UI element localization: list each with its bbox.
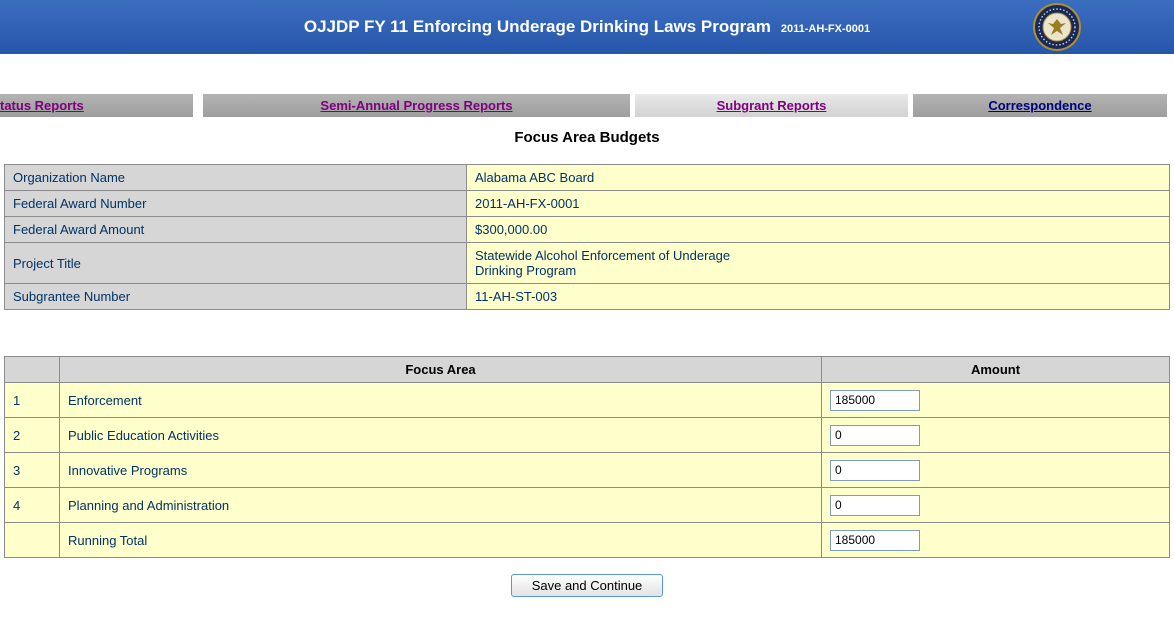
amount-input-innovative-programs[interactable] [830, 460, 920, 481]
running-total-input[interactable] [830, 530, 920, 551]
info-value-subgrantee-number: 11-AH-ST-003 [467, 284, 1170, 310]
table-row: 4 Planning and Administration [5, 488, 1170, 523]
table-row: 2 Public Education Activities [5, 418, 1170, 453]
info-label-project-title: Project Title [5, 243, 467, 284]
tab-gap [193, 94, 203, 117]
app-banner: OJJDP FY 11 Enforcing Underage Drinking … [0, 0, 1174, 54]
tab-semi-annual-progress-reports-link[interactable]: Semi-Annual Progress Reports [320, 98, 512, 113]
focus-area-label-planning-administration: Planning and Administration [60, 488, 822, 523]
table-row: Organization Name Alabama ABC Board [5, 165, 1170, 191]
row-number [5, 523, 60, 558]
grant-info-table: Organization Name Alabama ABC Board Fede… [4, 164, 1170, 310]
info-value-federal-award-amount: $300,000.00 [467, 217, 1170, 243]
amount-cell [822, 488, 1170, 523]
doj-seal-icon [1032, 2, 1082, 52]
page-title: Focus Area Budgets [0, 129, 1174, 146]
row-number: 2 [5, 418, 60, 453]
info-value-federal-award-number: 2011-AH-FX-0001 [467, 191, 1170, 217]
info-label-federal-award-number: Federal Award Number [5, 191, 467, 217]
focus-area-label-innovative-programs: Innovative Programs [60, 453, 822, 488]
table-row: Project Title Statewide Alcohol Enforcem… [5, 243, 1170, 284]
tab-semi-annual-progress-reports[interactable]: Semi-Annual Progress Reports [203, 94, 630, 117]
table-row: Subgrantee Number 11-AH-ST-003 [5, 284, 1170, 310]
header-focus-area: Focus Area [60, 357, 822, 383]
info-label-federal-award-amount: Federal Award Amount [5, 217, 467, 243]
amount-cell [822, 523, 1170, 558]
focus-area-label-enforcement: Enforcement [60, 383, 822, 418]
tab-status-reports-link[interactable]: tatus Reports [0, 98, 84, 113]
table-row: Running Total [5, 523, 1170, 558]
table-row: Federal Award Number 2011-AH-FX-0001 [5, 191, 1170, 217]
focus-area-budget-table: Focus Area Amount 1 Enforcement 2 Public… [4, 356, 1170, 558]
header-index [5, 357, 60, 383]
amount-input-enforcement[interactable] [830, 390, 920, 411]
running-total-label: Running Total [60, 523, 822, 558]
info-label-organization-name: Organization Name [5, 165, 467, 191]
table-row: Federal Award Amount $300,000.00 [5, 217, 1170, 243]
table-header-row: Focus Area Amount [5, 357, 1170, 383]
tab-correspondence[interactable]: Correspondence [913, 94, 1167, 117]
row-number: 3 [5, 453, 60, 488]
info-value-project-title: Statewide Alcohol Enforcement of Underag… [467, 243, 1170, 284]
table-row: 3 Innovative Programs [5, 453, 1170, 488]
amount-input-public-education[interactable] [830, 425, 920, 446]
amount-cell [822, 383, 1170, 418]
amount-cell [822, 453, 1170, 488]
tab-correspondence-link[interactable]: Correspondence [988, 98, 1091, 113]
program-title: OJJDP FY 11 Enforcing Underage Drinking … [304, 17, 771, 37]
row-number: 1 [5, 383, 60, 418]
amount-cell [822, 418, 1170, 453]
info-label-subgrantee-number: Subgrantee Number [5, 284, 467, 310]
tab-subgrant-reports[interactable]: Subgrant Reports [635, 94, 908, 117]
save-and-continue-button[interactable]: Save and Continue [511, 574, 664, 597]
award-number: 2011-AH-FX-0001 [781, 23, 870, 35]
info-value-organization-name: Alabama ABC Board [467, 165, 1170, 191]
button-row: Save and Continue [0, 574, 1174, 597]
header-amount: Amount [822, 357, 1170, 383]
focus-area-label-public-education: Public Education Activities [60, 418, 822, 453]
tab-status-reports[interactable]: tatus Reports [0, 94, 193, 117]
tab-bar: tatus Reports Semi-Annual Progress Repor… [0, 94, 1174, 117]
tab-subgrant-reports-link[interactable]: Subgrant Reports [717, 98, 827, 113]
row-number: 4 [5, 488, 60, 523]
amount-input-planning-administration[interactable] [830, 495, 920, 516]
banner-text: OJJDP FY 11 Enforcing Underage Drinking … [304, 17, 870, 37]
table-row: 1 Enforcement [5, 383, 1170, 418]
